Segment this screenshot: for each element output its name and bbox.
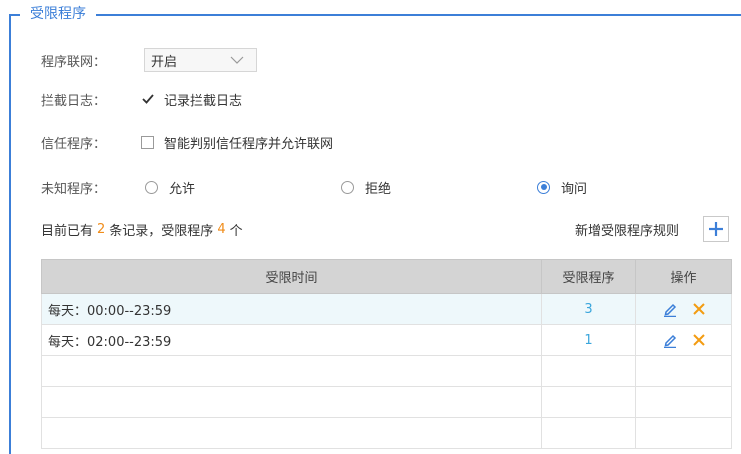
trusted-label: 信任程序： bbox=[41, 136, 107, 152]
intercept-log-row: 拦截日志： 记录拦截日志 bbox=[41, 88, 242, 110]
rules-table: 受限时间 受限程序 操作 每天：00:00--23:59 3 每天：02:00-… bbox=[41, 259, 732, 449]
summary-prefix: 目前已有 bbox=[41, 223, 94, 239]
intercept-log-label: 拦截日志： bbox=[41, 93, 107, 109]
add-rule-label[interactable]: 新增受限程序规则 bbox=[575, 220, 679, 239]
row-count[interactable]: 3 bbox=[541, 293, 636, 325]
programs-count: 4 bbox=[217, 221, 226, 237]
trusted-row: 信任程序： 智能判别信任程序并允许联网 bbox=[41, 131, 333, 153]
unknown-option-deny[interactable]: 拒绝 bbox=[341, 176, 391, 198]
delete-icon[interactable] bbox=[692, 334, 705, 346]
network-select[interactable]: 开启 bbox=[144, 48, 257, 72]
table-row[interactable]: 每天：00:00--23:59 3 bbox=[41, 293, 732, 325]
summary-suffix: 个 bbox=[229, 223, 243, 239]
row-count[interactable]: 1 bbox=[541, 324, 636, 356]
delete-icon[interactable] bbox=[692, 303, 705, 315]
deny-radio[interactable] bbox=[341, 180, 354, 194]
empty-row bbox=[41, 355, 732, 387]
check-icon bbox=[142, 93, 154, 104]
empty-row bbox=[41, 386, 732, 418]
row-time: 每天：02:00--23:59 bbox=[41, 324, 542, 356]
ask-radio-label[interactable]: 询问 bbox=[561, 178, 587, 197]
chevron-down-icon bbox=[230, 56, 244, 64]
deny-radio-label[interactable]: 拒绝 bbox=[365, 178, 391, 197]
summary-text: 目前已有 2 条记录，受限程序 4 个 bbox=[41, 218, 243, 240]
header-programs: 受限程序 bbox=[541, 259, 636, 294]
trusted-checkbox[interactable] bbox=[141, 135, 154, 149]
unknown-option-allow[interactable]: 允许 bbox=[145, 176, 195, 198]
table-header-row: 受限时间 受限程序 操作 bbox=[41, 259, 732, 294]
network-label: 程序联网： bbox=[41, 54, 107, 70]
edit-icon[interactable] bbox=[663, 332, 677, 348]
intercept-log-checkbox[interactable] bbox=[141, 93, 154, 106]
allow-radio-label[interactable]: 允许 bbox=[169, 178, 195, 197]
network-select-value: 开启 bbox=[151, 54, 178, 70]
trusted-checkbox-label[interactable]: 智能判别信任程序并允许联网 bbox=[164, 133, 333, 152]
unknown-label: 未知程序： bbox=[41, 181, 107, 197]
row-time: 每天：00:00--23:59 bbox=[41, 293, 542, 325]
unknown-row: 未知程序： bbox=[41, 176, 141, 198]
row-actions bbox=[635, 293, 732, 325]
row-actions bbox=[635, 324, 732, 356]
network-row: 程序联网： bbox=[41, 49, 141, 71]
plus-icon bbox=[709, 222, 723, 236]
allow-radio[interactable] bbox=[145, 180, 158, 194]
table-row[interactable]: 每天：02:00--23:59 1 bbox=[41, 324, 732, 356]
header-actions: 操作 bbox=[635, 259, 732, 294]
header-time: 受限时间 bbox=[41, 259, 542, 294]
section-title: 受限程序 bbox=[20, 4, 96, 24]
add-rule-button[interactable] bbox=[703, 216, 729, 242]
intercept-log-checkbox-label[interactable]: 记录拦截日志 bbox=[164, 90, 242, 109]
edit-icon[interactable] bbox=[663, 301, 677, 317]
unknown-option-ask[interactable]: 询问 bbox=[537, 176, 587, 198]
summary-middle: 条记录，受限程序 bbox=[109, 223, 214, 239]
ask-radio[interactable] bbox=[537, 180, 550, 194]
records-count: 2 bbox=[97, 221, 106, 237]
empty-row bbox=[41, 417, 732, 449]
add-rule-link[interactable]: 新增受限程序规则 bbox=[575, 218, 679, 240]
